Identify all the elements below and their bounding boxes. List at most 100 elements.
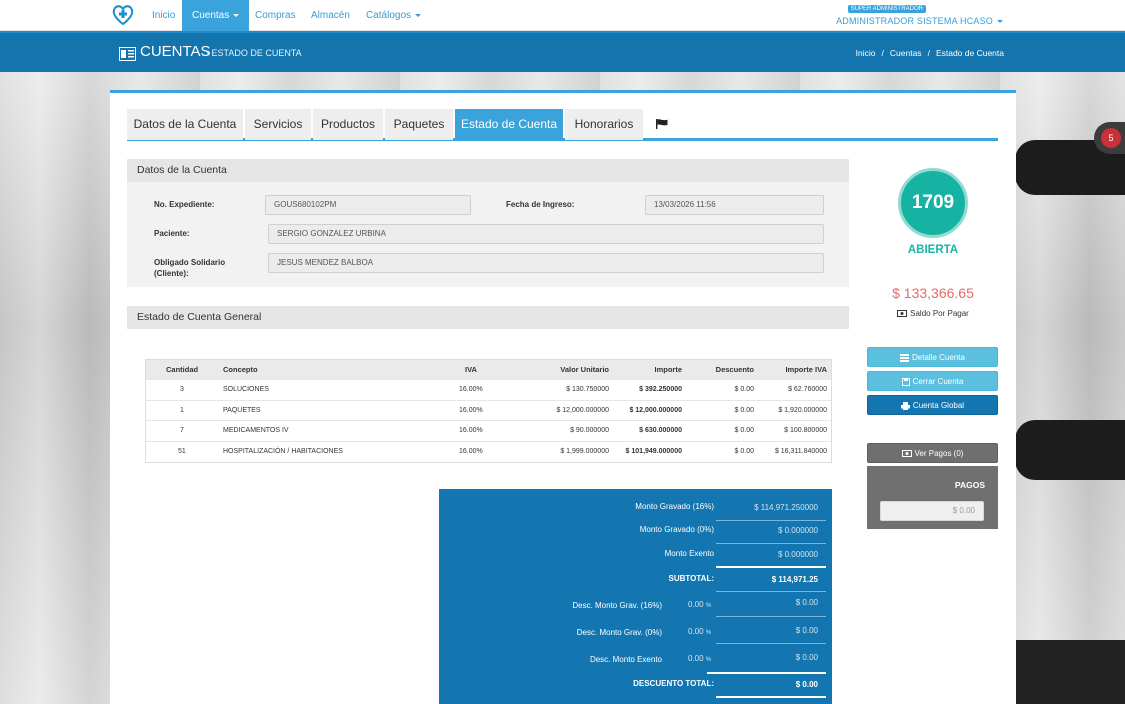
table-row[interactable]: 3 SOLUCIONES 16.00% $ 130.750000 $ 392.2…	[146, 380, 831, 401]
detalle-cuenta-button[interactable]: Detalle Cuenta	[867, 347, 998, 367]
col-concepto: Concepto	[223, 365, 258, 374]
cell-descuento: $ 0.00	[734, 406, 754, 414]
background-shape	[1015, 640, 1125, 704]
desc-grav-0-percent[interactable]: 0.00 %	[688, 627, 711, 636]
monto-gravado-0-value: $ 0.000000	[777, 526, 818, 535]
monto-exento-value: $ 0.000000	[777, 550, 818, 559]
breadcrumb: Inicio / Cuentas / Estado de Cuenta	[853, 48, 1007, 58]
caret-down-icon	[415, 13, 422, 17]
cell-concepto: SOLUCIONES	[223, 386, 269, 393]
cell-iva: 16.00%	[459, 386, 483, 393]
notification-count-badge: 5	[1101, 128, 1121, 148]
divider	[716, 696, 826, 698]
user-menu[interactable]: ADMINISTRADOR SISTEMA HCASO	[836, 16, 1003, 26]
cell-concepto: PAQUETES	[223, 406, 261, 414]
monto-gravado-0-label: Monto Gravado (0%)	[639, 525, 714, 534]
monto-gravado-16-label: Monto Gravado (16%)	[635, 502, 714, 511]
cell-importe-iva: $ 100.800000	[784, 427, 827, 434]
cell-importe: $ 630.000000	[639, 427, 682, 434]
desc-exento-value: $ 0.00	[795, 653, 818, 662]
desc-grav-16-label: Desc. Monto Grav. (16%)	[572, 601, 662, 610]
expediente-field[interactable]: GOUS680102PM	[265, 195, 471, 215]
balance-amount: $ 133,366.65	[892, 285, 974, 301]
subtotal-label: SUBTOTAL:	[668, 574, 714, 583]
cell-concepto: HOSPITALIZACIÓN / HABITACIONES	[223, 447, 343, 455]
fecha-ingreso-field[interactable]: 13/03/2026 11:56	[645, 195, 824, 215]
save-icon	[901, 377, 910, 386]
account-number-badge: 1709	[898, 168, 968, 238]
tab-datos-cuenta[interactable]: Datos de la Cuenta	[127, 109, 243, 140]
table-row[interactable]: 1 PAQUETES 16.00% $ 12,000.000000 $ 12,0…	[146, 401, 831, 421]
expediente-label: No. Expediente:	[154, 200, 215, 209]
cerrar-cuenta-button[interactable]: Cerrar Cuenta	[867, 371, 998, 391]
cell-descuento: $ 0.00	[734, 386, 754, 393]
cell-descuento: $ 0.00	[734, 427, 754, 434]
tab-paquetes[interactable]: Paquetes	[385, 109, 453, 140]
obligado-label: Obligado Solidario (Cliente):	[154, 258, 226, 278]
table-header: Cantidad Concepto IVA Valor Unitario Imp…	[146, 360, 831, 380]
ver-pagos-button[interactable]: Ver Pagos (0)	[867, 443, 998, 463]
cell-concepto: MEDICAMENTOS IV	[223, 427, 289, 434]
paciente-field[interactable]: SERGIO GONZALEZ URBINA	[268, 224, 824, 244]
nav-almacen[interactable]: Almacén	[301, 0, 360, 31]
cell-importe: $ 101,949.000000	[625, 447, 682, 455]
tab-estado-cuenta[interactable]: Estado de Cuenta	[455, 109, 563, 140]
caret-down-icon	[233, 13, 240, 17]
list-icon	[900, 353, 910, 362]
print-icon	[900, 401, 910, 410]
cell-valor: $ 90.000000	[570, 427, 609, 434]
breadcrumb-inicio[interactable]: Inicio	[856, 48, 876, 58]
pagos-panel: PAGOS $ 0.00	[867, 466, 998, 529]
cell-importe-iva: $ 62.760000	[788, 386, 827, 393]
breadcrumb-current: Estado de Cuenta	[935, 48, 1004, 58]
obligado-field[interactable]: JESUS MENDEZ BALBOA	[268, 253, 824, 273]
divider	[716, 543, 826, 544]
cell-cantidad: 7	[180, 427, 184, 434]
nav-compras[interactable]: Compras	[245, 0, 306, 31]
cell-valor: $ 12,000.000000	[556, 406, 609, 414]
nav-cuentas[interactable]: Cuentas	[182, 0, 250, 31]
cell-cantidad: 51	[178, 447, 186, 455]
col-importe: Importe	[654, 365, 682, 374]
cell-iva: 16.00%	[459, 427, 483, 434]
col-cantidad: Cantidad	[166, 365, 199, 374]
col-valor-unitario: Valor Unitario	[560, 365, 609, 374]
monto-gravado-16-value: $ 114,971.250000	[754, 503, 818, 512]
tab-productos[interactable]: Productos	[313, 109, 383, 140]
divider	[716, 643, 826, 644]
money-icon	[897, 310, 908, 318]
desc-exento-label: Desc. Monto Exento	[589, 655, 662, 664]
cuenta-global-button[interactable]: Cuenta Global	[867, 395, 998, 415]
main-panel: Datos de la Cuenta Servicios Productos P…	[110, 90, 1016, 704]
desc-grav-0-label: Desc. Monto Grav. (0%)	[576, 628, 662, 637]
table-row[interactable]: 7 MEDICAMENTOS IV 16.00% $ 90.000000 $ 6…	[146, 421, 831, 442]
pagos-amount-field[interactable]: $ 0.00	[880, 501, 984, 521]
nav-inicio[interactable]: Inicio	[142, 0, 185, 31]
nav-catalogos[interactable]: Catálogos	[356, 0, 431, 31]
desc-grav-16-percent[interactable]: 0.00 %	[688, 600, 711, 609]
money-icon	[901, 450, 912, 458]
hospital-logo-icon[interactable]	[110, 2, 136, 28]
tab-honorarios[interactable]: Honorarios	[565, 109, 643, 140]
top-navbar: Inicio Cuentas Compras Almacén Catálogos…	[0, 0, 1125, 31]
role-badge: SUPER ADMINISTRADOR	[847, 5, 926, 13]
table-row[interactable]: 51 HOSPITALIZACIÓN / HABITACIONES 16.00%…	[146, 442, 831, 463]
cell-cantidad: 1	[180, 406, 184, 414]
breadcrumb-cuentas[interactable]: Cuentas	[890, 48, 922, 58]
cell-descuento: $ 0.00	[734, 447, 754, 455]
desc-exento-percent[interactable]: 0.00 %	[688, 654, 711, 663]
flag-icon[interactable]	[656, 119, 668, 129]
background-shape	[1015, 420, 1125, 480]
estado-cuenta-table: Cantidad Concepto IVA Valor Unitario Imp…	[145, 359, 832, 463]
section-title-datos: Datos de la Cuenta	[127, 159, 849, 182]
divider	[716, 616, 826, 617]
monto-exento-label: Monto Exento	[664, 549, 714, 558]
divider	[716, 591, 826, 592]
tab-servicios[interactable]: Servicios	[245, 109, 311, 140]
col-descuento: Descuento	[715, 365, 754, 374]
desc-grav-0-value: $ 0.00	[795, 626, 818, 635]
notifications-tab[interactable]: 5	[1094, 122, 1125, 154]
col-iva: IVA	[465, 365, 477, 374]
divider	[707, 672, 826, 674]
paciente-label: Paciente:	[154, 229, 190, 238]
